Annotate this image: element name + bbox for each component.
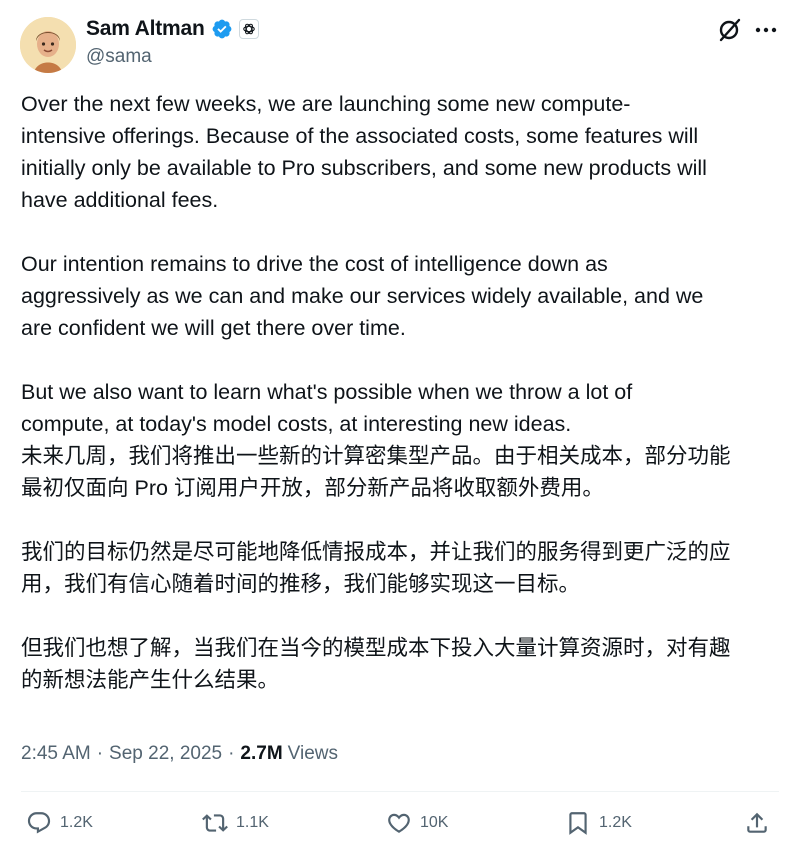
user-handle[interactable]: @sama (86, 46, 152, 68)
display-name[interactable]: Sam Altman (86, 17, 205, 41)
bookmark-button[interactable]: 1.2K (565, 810, 632, 836)
tweet-paragraph-zh-2: 我们的目标仍然是尽可能地降低情报成本，并让我们的服务得到更广泛的应 用，我们有信… (21, 540, 731, 596)
tweet-text: Over the next few weeks, we are launchin… (21, 88, 786, 696)
tweet-header: Sam Altman @sama (0, 0, 800, 90)
reply-icon (27, 812, 51, 834)
views-label: Views (287, 743, 339, 764)
affiliate-badge[interactable] (238, 19, 259, 39)
tweet-paragraph-en-2: Our intention remains to drive the cost … (21, 252, 704, 340)
repost-icon (202, 814, 228, 832)
action-bar: 1.2K 1.1K 10K 1.2K (0, 800, 800, 850)
more-dots-icon[interactable] (752, 16, 780, 44)
repost-count: 1.1K (236, 814, 269, 831)
heart-icon (388, 813, 410, 833)
reply-button[interactable]: 1.2K (26, 810, 93, 836)
grok-icon[interactable] (716, 16, 744, 44)
tweet-date[interactable]: Sep 22, 2025 (109, 743, 222, 765)
verified-badge-icon (212, 19, 231, 39)
tweet-paragraph-zh-3: 但我们也想了解，当我们在当今的模型成本下投入大量计算资源时，对有趣 的新想法能产… (21, 636, 731, 692)
bookmark-icon (569, 812, 587, 835)
repost-button[interactable]: 1.1K (202, 810, 269, 836)
avatar[interactable] (20, 17, 76, 73)
bookmark-count: 1.2K (599, 814, 632, 831)
share-button[interactable] (744, 810, 778, 836)
like-button[interactable]: 10K (386, 810, 448, 836)
like-count: 10K (420, 814, 449, 831)
tweet-time[interactable]: 2:45 AM (21, 743, 91, 765)
views-count[interactable]: 2.7M (240, 743, 282, 765)
reply-count: 1.2K (60, 814, 93, 831)
tweet-paragraph-zh-1: 未来几周，我们将推出一些新的计算密集型产品。由于相关成本，部分功能 最初仅面向 … (21, 444, 731, 500)
meta-separator: · (96, 743, 104, 764)
tweet-paragraph-en-1: Over the next few weeks, we are launchin… (21, 92, 707, 212)
share-icon (747, 812, 767, 833)
divider (21, 791, 779, 792)
tweet-meta: 2:45 AM · Sep 22, 2025 · 2.7M Views (21, 743, 338, 765)
name-row: Sam Altman (86, 17, 259, 41)
tweet-paragraph-en-3: But we also want to learn what's possibl… (21, 380, 633, 436)
meta-separator-2: · (228, 743, 235, 764)
openai-logo-icon (242, 23, 255, 35)
